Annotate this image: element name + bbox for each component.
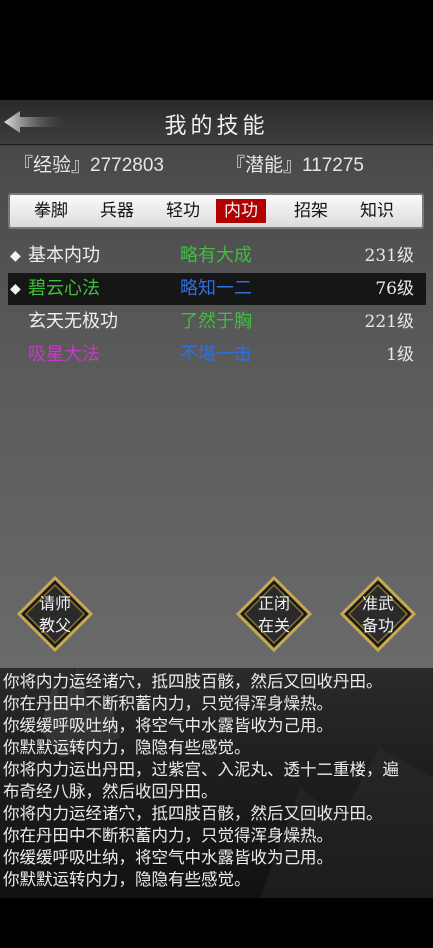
selected-bullet-icon: ◆ — [10, 248, 21, 264]
toggle-practice-label-top: 正闭 — [257, 594, 290, 613]
skill-name: 基本内功 — [28, 245, 100, 266]
skill-proficiency: 不堪一击 — [180, 344, 252, 365]
skill-name: 碧云心法 — [28, 278, 100, 299]
tab-weapon[interactable]: 兵器 — [92, 199, 142, 223]
skill-category-tabs: 拳脚 兵器 轻功 内功 招架 知识 — [8, 193, 424, 229]
prepare-skill-label-bottom: 备功 — [361, 616, 394, 635]
log-line: 你默默运转内力，隐隐有些感觉。 — [3, 870, 251, 889]
skill-row[interactable]: ◆ 基本内功 略有大成 231级 — [8, 240, 426, 272]
skill-row[interactable]: ◆ 碧云心法 略知一二 76级 — [8, 273, 426, 305]
log-line: 你在丹田中不断积蓄内力，只觉得浑身燥热。 — [3, 826, 333, 845]
tab-fist[interactable]: 拳脚 — [26, 199, 76, 223]
toggle-practice-button[interactable]: 正闭 在关 — [236, 576, 312, 652]
skill-grade: 221级 — [364, 312, 414, 332]
skill-grade: 231级 — [364, 246, 414, 266]
tab-internal[interactable]: 内功 — [216, 199, 266, 223]
log-line: 你缓缓呼吸吐纳，将空气中水露皆收为己用。 — [3, 716, 333, 735]
log-line: 你缓缓呼吸吐纳，将空气中水露皆收为己用。 — [3, 848, 333, 867]
selected-bullet-icon: ◆ — [10, 281, 21, 297]
skill-proficiency: 略有大成 — [180, 245, 252, 266]
ask-master-button[interactable]: 请师 教父 — [17, 576, 93, 652]
skill-name: 玄天无极功 — [28, 311, 118, 332]
log-line: 你将内力运经诸穴，抵四肢百骸，然后又回收丹田。 — [3, 672, 383, 691]
prepare-skill-label-top: 准武 — [361, 594, 394, 613]
experience-stat: 『经验』2772803 — [14, 155, 164, 176]
log-line: 你在丹田中不断积蓄内力，只觉得浑身燥热。 — [3, 694, 333, 713]
tab-knowledge[interactable]: 知识 — [352, 199, 402, 223]
message-log[interactable]: 你将内力运经诸穴，抵四肢百骸，然后又回收丹田。 你在丹田中不断积蓄内力，只觉得浑… — [0, 668, 433, 898]
log-line: 你将内力运出丹田，过紫宫、入泥丸、透十二重楼，遍 — [3, 760, 399, 779]
skill-proficiency: 了然于胸 — [180, 311, 252, 332]
skill-grade: 1级 — [386, 345, 414, 365]
skill-grade: 76级 — [375, 279, 414, 299]
top-letterbox — [0, 0, 433, 100]
skill-name: 吸星大法 — [28, 344, 100, 365]
tab-lightness[interactable]: 轻功 — [158, 199, 208, 223]
skill-proficiency: 略知一二 — [180, 278, 252, 299]
prepare-skill-button[interactable]: 准武 备功 — [340, 576, 416, 652]
ask-master-label-bottom: 教父 — [38, 616, 71, 635]
bottom-letterbox — [0, 898, 433, 948]
ask-master-label-top: 请师 — [38, 594, 71, 613]
log-line: 布奇经八脉，然后收回丹田。 — [3, 782, 218, 801]
skill-row[interactable]: 玄天无极功 了然于胸 221级 — [8, 306, 426, 338]
toggle-practice-label-bottom: 在关 — [257, 616, 290, 635]
log-line: 你将内力运经诸穴，抵四肢百骸，然后又回收丹田。 — [3, 804, 383, 823]
potential-stat: 『潜能』117275 — [226, 155, 364, 176]
skill-row[interactable]: 吸星大法 不堪一击 1级 — [8, 339, 426, 371]
page-title: 我的技能 — [164, 114, 269, 139]
log-line: 你默默运转内力，隐隐有些感觉。 — [3, 738, 251, 757]
tab-parry[interactable]: 招架 — [286, 199, 336, 223]
